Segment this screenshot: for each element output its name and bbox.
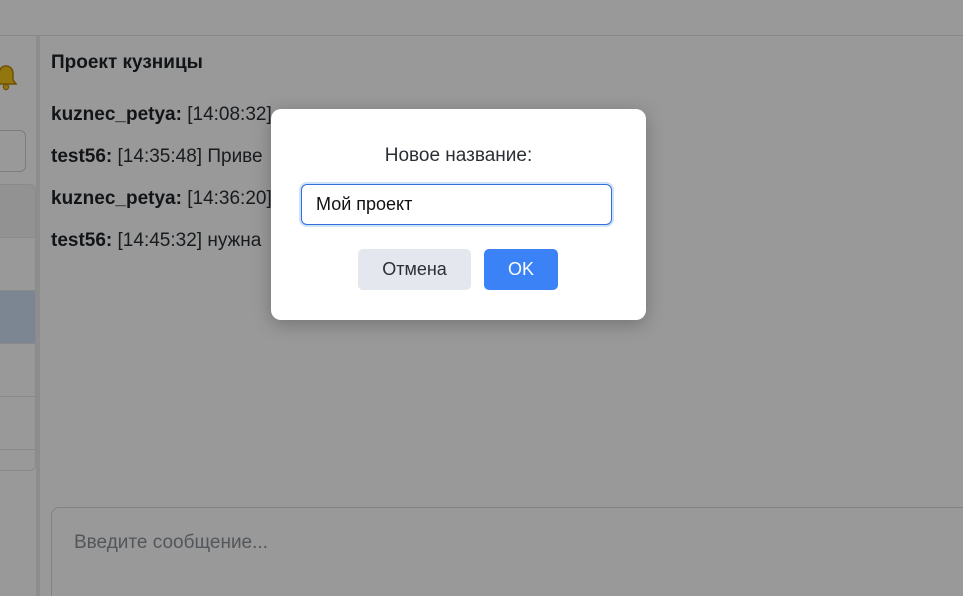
ok-button[interactable]: OK xyxy=(484,249,558,290)
dialog-title: Новое название: xyxy=(384,145,533,166)
new-name-input[interactable] xyxy=(301,184,612,225)
rename-dialog: Новое название: Отмена OK xyxy=(271,109,646,320)
cancel-button[interactable]: Отмена xyxy=(358,249,471,290)
app-window: Проект кузницы kuznec_petya: [14:08:32] … xyxy=(0,0,963,596)
